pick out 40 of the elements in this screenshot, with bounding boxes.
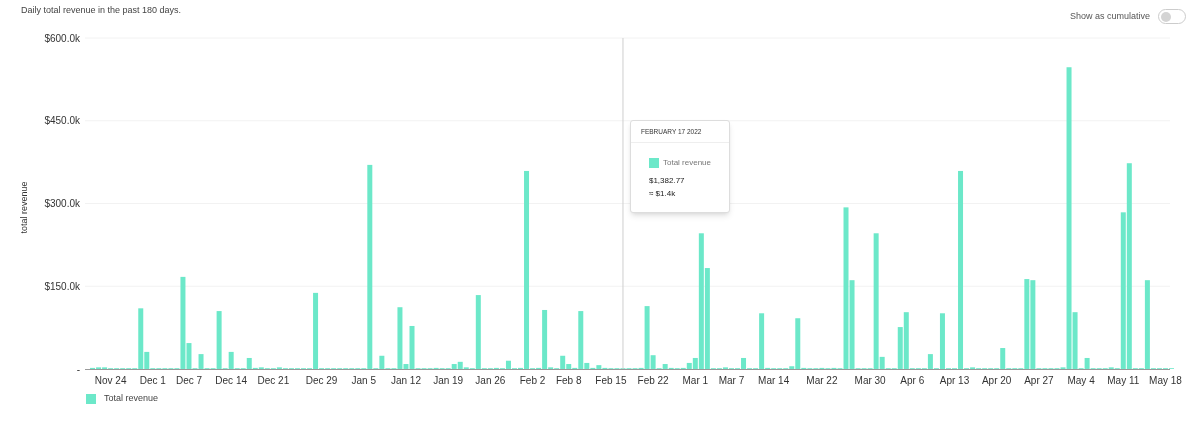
x-tick-label: Mar 1: [682, 375, 709, 386]
y-tick-label: $150.0k: [44, 280, 80, 292]
x-tick-label: Dec 7: [175, 375, 203, 386]
x-tick-label: Mar 7: [718, 375, 745, 386]
tooltip-value: $1,382.77: [648, 175, 685, 187]
series-swatch-icon: [648, 158, 659, 168]
x-tick-label: Jan 5: [351, 375, 376, 386]
x-tick-label: Mar 22: [806, 375, 838, 386]
x-tick-label: Jan 19: [433, 375, 464, 386]
legend-label[interactable]: Total revenue: [104, 392, 159, 406]
x-tick-label: Jan 12: [390, 375, 421, 386]
x-tick-label: Dec 29: [305, 375, 338, 386]
x-tick-label: Jan 26: [475, 375, 506, 386]
y-tick-label: -: [76, 363, 80, 375]
x-tick-label: Dec 21: [257, 375, 290, 386]
cumulative-toggle[interactable]: [1158, 9, 1186, 24]
y-tick-label: $300.0k: [44, 198, 80, 209]
x-tick-label: May 18: [1149, 375, 1182, 386]
x-tick-label: Feb 8: [555, 375, 582, 386]
x-tick-label: Mar 14: [758, 375, 790, 386]
x-tick-label: Apr 13: [939, 375, 970, 386]
tooltip-series-name: Total revenue: [662, 157, 711, 169]
y-tick-label: $450.0k: [44, 115, 80, 127]
x-tick-label: Dec 1: [139, 375, 166, 386]
x-tick-label: Feb 15: [595, 375, 627, 386]
x-tick-label: Apr 6: [900, 375, 925, 386]
x-tick-label: Feb 22: [637, 375, 669, 386]
toggle-label: Show as cumulative: [1069, 9, 1150, 23]
chart-subtitle: Daily total revenue in the past 180 days.: [21, 4, 182, 17]
x-tick-label: May 4: [1067, 375, 1095, 386]
tooltip-approx-value: ≈ $1.4k: [648, 188, 676, 200]
x-tick-label: Feb 2: [519, 375, 546, 386]
x-tick-label: Apr 27: [1024, 375, 1054, 386]
x-tick-label: Dec 14: [215, 375, 247, 386]
x-tick-label: Nov 24: [94, 375, 127, 386]
y-tick-label: $600.0k: [44, 32, 80, 44]
x-tick-label: Apr 20: [981, 375, 1012, 386]
y-axis-title: total revenue: [19, 181, 29, 234]
x-tick-label: May 11: [1107, 375, 1140, 386]
x-tick-label: Mar 30: [854, 375, 886, 386]
